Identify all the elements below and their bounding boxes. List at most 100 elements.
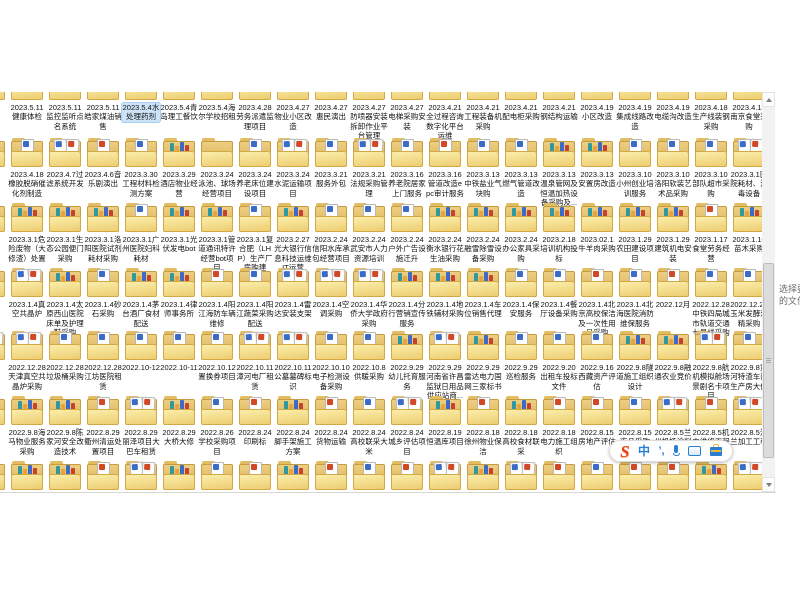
folder-item[interactable]: 2022.9.8航机模拟舱场景剧名卡项目	[692, 330, 730, 401]
folder-item[interactable]: 2023.4.19小区改造	[578, 92, 616, 122]
folder-item[interactable]: 2023.4.7过滤系统开发	[46, 137, 84, 189]
folder-item[interactable]: 2022.8.24城乡评估项目	[388, 395, 426, 456]
folder-item[interactable]: 2023.4.6音乐剧演出	[84, 137, 122, 189]
folder-item[interactable]	[46, 460, 84, 490]
folder-item[interactable]: 2022.8.18电力施工组织	[540, 395, 578, 456]
folder-item[interactable]: 2023.3.1洛阳医院试剂耗材采购	[84, 202, 122, 263]
folder-item[interactable]: 2023.1.4阳江海防车辆维修	[198, 267, 236, 328]
folder-item[interactable]: 2023.3.1广州医院妇科耗材	[122, 202, 160, 263]
folder-item[interactable]	[312, 460, 350, 490]
folder-item[interactable]: 2022.10.11公墓墓碑标识	[274, 330, 312, 391]
folder-item[interactable]: 2023.4.19集成线路改造	[616, 92, 654, 131]
folder-item[interactable]: 2022.8.18高校食材联采	[502, 395, 540, 456]
vertical-scrollbar[interactable]	[762, 92, 775, 492]
scroll-up-button[interactable]	[762, 92, 775, 107]
folder-item[interactable]: 2022.10-11	[160, 330, 198, 372]
folder-item[interactable]: 2022.8.24高校联采大米	[350, 395, 388, 456]
folder-item-clipped[interactable]	[0, 202, 8, 232]
folder-item[interactable]: 2023.2.24衡水银行花生油采购	[426, 202, 464, 263]
folder-item[interactable]: 2023.4.18生产线装钢采购	[692, 92, 730, 131]
folder-item[interactable]: 2022.9.20出租车投标文件	[540, 330, 578, 391]
folder-item[interactable]: 2023.1.4分行营销宣传服务	[388, 267, 426, 328]
folder-item[interactable]: 2023.4.27惠民演出	[312, 92, 350, 122]
folder-item[interactable]: 2023.3.16管道改造epc审计服务	[426, 137, 464, 198]
folder-item[interactable]: 2023.4.19电缆沟改造	[654, 92, 692, 122]
folder-item[interactable]	[502, 460, 540, 490]
folder-item[interactable]: 2022.8.26学校采购项目	[198, 395, 236, 456]
folder-item[interactable]	[198, 460, 236, 490]
folder-item[interactable]: 2023.3.16养老院居家上门服务	[388, 137, 426, 198]
folder-item[interactable]: 2022.8.18徐州物业保洁	[464, 395, 502, 456]
folder-item[interactable]: 2023.3.24泳池、球场经营项目	[198, 137, 236, 198]
folder-item[interactable]: 2023.1.4地铁辅材采购	[426, 267, 464, 319]
folder-item[interactable]: 2023.5.4青岛理工餐饮	[160, 92, 198, 122]
folder-item[interactable]	[8, 460, 46, 490]
folder-item[interactable]: 2023.4.21配电柜采购	[502, 92, 540, 122]
folder-item[interactable]: 2022.9.8陈家河安全改造技术	[46, 395, 84, 456]
folder-item-clipped[interactable]	[0, 137, 8, 167]
folder-item[interactable]: 2023.4.27物业小区改造	[274, 92, 312, 131]
folder-item[interactable]: 2023.2.24融雪除雪设备采购	[464, 202, 502, 263]
folder-item[interactable]: 2023.3.24养老床位建设项目	[236, 137, 274, 198]
folder-item[interactable]	[426, 460, 464, 490]
folder-item[interactable]	[84, 460, 122, 490]
folder-item[interactable]: 2022.12月	[654, 267, 692, 309]
folder-item[interactable]: 2023.1.4太原西山医院床单及护理鞋采购	[46, 267, 84, 338]
folder-item[interactable]	[236, 460, 274, 490]
scrollbar-thumb[interactable]	[763, 263, 774, 458]
folder-item[interactable]	[464, 460, 502, 490]
folder-item[interactable]: 2023.1.4雷达安装支架	[274, 267, 312, 319]
folder-item[interactable]: 2023.1.4真空共晶炉	[8, 267, 46, 319]
folder-item[interactable]: 2023.4.21工程装备机采购	[464, 92, 502, 131]
sogou-logo-icon[interactable]: S	[620, 443, 629, 460]
folder-item[interactable]: 2023.1.4车位销售代理	[464, 267, 502, 319]
folder-item[interactable]	[350, 460, 388, 490]
folder-item[interactable]: 2023.4.21钢结构运输	[540, 92, 578, 122]
folder-item[interactable]: 2022.9.29雷达电力国网三家标书	[464, 330, 502, 391]
folder-item[interactable]: 2023.2.24办公家具采购	[502, 202, 540, 263]
folder-item[interactable]: 2023.4.28劳务派遣监理项目	[236, 92, 274, 131]
folder-item[interactable]: 2022.10-12	[122, 330, 160, 372]
folder-item[interactable]: 2023.1.4北海医院消防维保服务	[616, 267, 654, 328]
folder-item[interactable]: 2022.12.28江坊医院租赁	[84, 330, 122, 391]
voice-input-icon[interactable]	[673, 445, 680, 458]
folder-item-clipped[interactable]	[0, 395, 8, 425]
folder-item[interactable]: 2022.12.28天津真空共晶炉采购	[8, 330, 46, 391]
folder-item[interactable]: 2022.8.29大桥大修	[160, 395, 198, 447]
folder-item[interactable]: 2023.1.4空调采购	[312, 267, 350, 319]
folder-item[interactable]: 2023.3.30工程材料检测方案	[122, 137, 160, 198]
folder-item[interactable]: 2023.3.21服务外包	[312, 137, 350, 189]
folder-item[interactable]	[616, 460, 654, 490]
folder-item[interactable]: 2023.3.1复合肥（LHP）生产厂房购建	[236, 202, 274, 273]
folder-item[interactable]: 2023.4.27防喷器安装拆卸作业平台管理	[350, 92, 388, 141]
folder-item[interactable]: 2023.2.24武安市人力资源培训	[350, 202, 388, 263]
folder-item[interactable]: 2023.1.4华侨大学政府采购	[350, 267, 388, 328]
scroll-down-button[interactable]	[762, 477, 775, 492]
folder-item[interactable]: 2023.1.4律师事务所	[160, 267, 198, 319]
folder-item-clipped[interactable]	[0, 92, 8, 100]
folder-item[interactable]: 2023.3.1生态公园便门采购	[46, 202, 84, 263]
folder-item[interactable]: 2023.5.4水处理药剂	[122, 92, 160, 122]
folder-item[interactable]	[388, 460, 426, 490]
folder-item[interactable]: 2023.02.1牛羊肉采购	[578, 202, 616, 254]
folder-item[interactable]: 2022.9.8融通农业竞价	[654, 330, 692, 382]
folder-item[interactable]: 2023.1.4砂石采购	[84, 267, 122, 319]
folder-item[interactable]: 2023.3.10部队超市采购	[692, 137, 730, 198]
folder-item[interactable]	[540, 460, 578, 490]
folder-item[interactable]: 2023.3.1管道通讯特许经营bot项目	[198, 202, 236, 273]
folder-item[interactable]: 2023.1.4保安服务	[502, 267, 540, 319]
soft-keyboard-icon[interactable]	[688, 446, 701, 456]
folder-item[interactable]: 2022.8.29丽泽项目大巴车租赁	[122, 395, 160, 456]
folder-item[interactable]: 2023.4.18橡胶脱硝催化剂制造	[8, 137, 46, 198]
folder-item-clipped[interactable]	[0, 330, 8, 360]
folder-item[interactable]	[160, 460, 198, 490]
folder-item[interactable]: 2022.10.11漳河电厂租赁	[236, 330, 274, 391]
folder-item[interactable]: 2022.9.29河南省许昌监狱日用品供应站商...	[426, 330, 464, 401]
folder-item-clipped[interactable]	[0, 267, 8, 297]
folder-item[interactable]: 2023.2.24信阳水库承包经营项目	[312, 202, 350, 263]
folder-item[interactable]: 2023.1.29农田建设项目	[616, 202, 654, 263]
folder-item[interactable]	[122, 460, 160, 490]
folder-item[interactable]: 2023.5.4海尔学校招租	[198, 92, 236, 122]
folder-item[interactable]: 2022.8.24脚手架施工方案	[274, 395, 312, 456]
folder-item[interactable]: 2023.3.10小州创业培训服务	[616, 137, 654, 198]
